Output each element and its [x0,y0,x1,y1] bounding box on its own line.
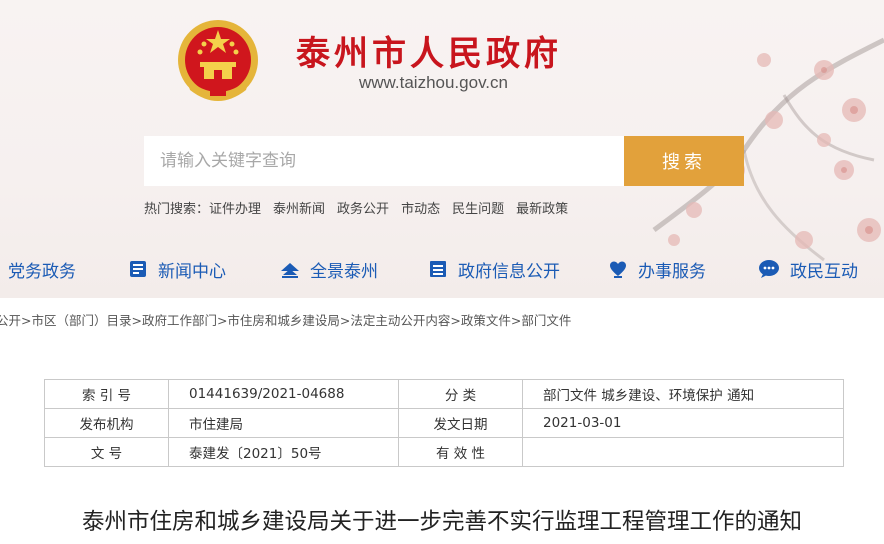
nav-item-services[interactable]: 办事服务 [608,250,706,288]
nav-item-label: 政民互动 [790,261,858,282]
document-title: 泰州市住房和城乡建设局关于进一步完善不实行监理工程管理工作的通知 [81,509,802,535]
search-input[interactable] [144,136,624,186]
nav-item-label: 全景泰州 [310,261,378,282]
national-emblem-logo [178,20,258,101]
search-bar: 搜索 [144,136,744,186]
meta-key: 索 引 号 [44,379,169,409]
panorama-icon [281,263,299,278]
nav-item-panorama-taizhou[interactable]: 全景泰州 [280,250,378,288]
site-title: 泰州市人民政府 [296,34,562,74]
meta-key: 分 类 [398,379,523,409]
main-nav: 党务政务 新闻中心 全景泰州 政府信息公开 办事服务 政民互动 [0,250,884,288]
table-row: 发布机构 市住建局 发文日期 2021-03-01 [44,408,844,438]
hot-search-link[interactable]: 泰州新闻 [273,198,325,217]
meta-value: 01441639/2021-04688 [168,379,399,409]
meta-key: 文 号 [44,437,169,467]
nav-item-news-center[interactable]: 新闻中心 [128,250,226,288]
breadcrumb[interactable]: 公开>市区（部门）目录>政府工作部门>市住房和城乡建设局>法定主动公开内容>政策… [0,310,571,329]
service-heart-icon [610,261,626,278]
meta-key: 发文日期 [398,408,523,438]
meta-value: 市住建局 [168,408,399,438]
meta-value [522,437,844,467]
nav-item-party-affairs[interactable]: 党务政务 [8,250,76,288]
nav-item-label: 政府信息公开 [458,261,560,282]
nav-item-label: 党务政务 [8,261,76,282]
site-header: 泰州市人民政府 www.taizhou.gov.cn 搜索 热门搜索： 证件办理… [0,0,884,298]
search-button[interactable]: 搜索 [624,136,744,186]
site-url: www.taizhou.gov.cn [359,73,508,92]
hot-search-link[interactable]: 最新政策 [516,198,568,217]
meta-value: 2021-03-01 [522,408,844,438]
document-list-icon [430,261,446,277]
meta-key: 有 效 性 [398,437,523,467]
meta-value: 泰建发〔2021〕50号 [168,437,399,467]
hot-search-bar: 热门搜索： 证件办理 泰州新闻 政务公开 市动态 民生问题 最新政策 [144,198,580,217]
hot-search-link[interactable]: 证件办理 [209,198,261,217]
hot-search-label: 热门搜索： [144,202,210,217]
nav-item-label: 办事服务 [638,261,706,282]
hot-search-link[interactable]: 政务公开 [337,198,389,217]
meta-key: 发布机构 [44,408,169,438]
chat-bubble-icon [759,260,779,278]
news-icon [130,261,146,277]
nav-item-label: 新闻中心 [158,261,226,282]
hot-search-link[interactable]: 民生问题 [452,198,504,217]
table-row: 文 号 泰建发〔2021〕50号 有 效 性 [44,437,844,467]
meta-value: 部门文件 城乡建设、环境保护 通知 [522,379,844,409]
document-meta-table: 索 引 号 01441639/2021-04688 分 类 部门文件 城乡建设、… [44,379,844,467]
table-row: 索 引 号 01441639/2021-04688 分 类 部门文件 城乡建设、… [44,379,844,409]
hot-search-link[interactable]: 市动态 [401,198,440,217]
nav-item-interaction[interactable]: 政民互动 [758,250,858,288]
nav-item-gov-info-disclosure[interactable]: 政府信息公开 [428,250,560,288]
